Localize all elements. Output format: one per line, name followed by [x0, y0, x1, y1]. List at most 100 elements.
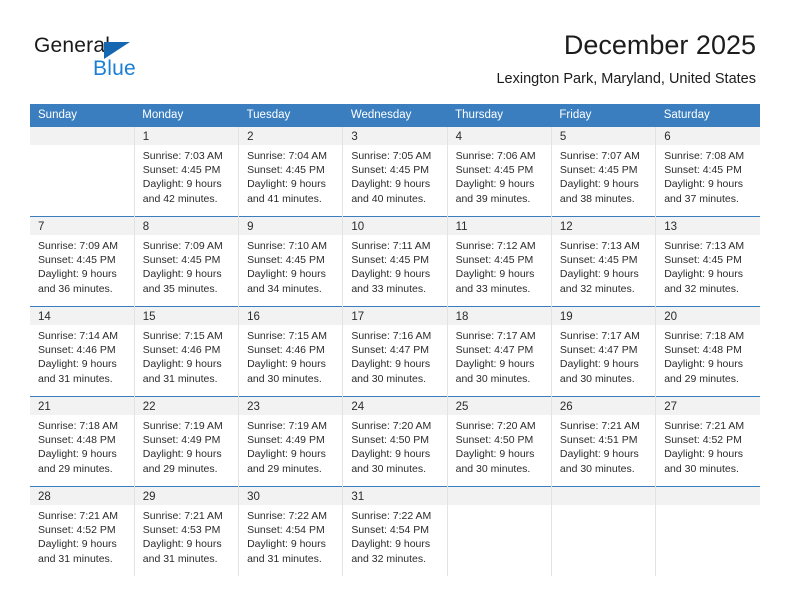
day-number: 2 — [239, 127, 343, 145]
daylight-duration-line2: and 38 minutes. — [559, 192, 635, 205]
calendar-day-cell[interactable]: 15 Sunrise: 7:15 AM Sunset: 4:46 PM Dayligh… — [133, 306, 239, 397]
page-title: December 2025 — [563, 30, 756, 60]
day-number: 8 — [134, 217, 239, 235]
daylight-duration-line2: and 32 minutes. — [664, 282, 739, 295]
calendar-day-cell[interactable]: 10 Sunrise: 7:11 AM Sunset: 4:45 PM Dayligh… — [342, 216, 448, 307]
day-cell-content: 10 Sunrise: 7:11 AM Sunset: 4:45 PM Dayligh… — [343, 217, 447, 306]
weekday-header-saturday: Saturday — [655, 104, 760, 127]
weekday-header-row: Sunday Monday Tuesday Wednesday Thursday… — [30, 104, 760, 127]
sunrise-time: Sunrise: 7:05 AM — [351, 150, 432, 162]
calendar-day-cell[interactable]: 31 Sunrise: 7:22 AM Sunset: 4:54 PM Dayligh… — [342, 486, 448, 576]
calendar-day-cell[interactable]: 2 Sunrise: 7:04 AM Sunset: 4:45 PM Daylight… — [238, 126, 343, 217]
calendar-day-cell[interactable]: 27 Sunrise: 7:21 AM Sunset: 4:52 PM Dayligh… — [655, 396, 760, 487]
day-cell-content — [551, 487, 656, 576]
day-cell-content: 8 Sunrise: 7:09 AM Sunset: 4:45 PM Daylight… — [134, 217, 239, 306]
calendar-day-cell[interactable]: 17 Sunrise: 7:16 AM Sunset: 4:47 PM Dayligh… — [342, 306, 448, 397]
sunrise-time: Sunrise: 7:12 AM — [455, 240, 536, 252]
day-sun-info: Sunrise: 7:06 AM Sunset: 4:45 PM Daylight:… — [448, 145, 551, 206]
general-blue-logo[interactable]: General Blue — [34, 34, 234, 86]
day-cell-content: 4 Sunrise: 7:06 AM Sunset: 4:45 PM Daylight… — [447, 127, 551, 216]
calendar-day-cell[interactable]: 30 Sunrise: 7:22 AM Sunset: 4:54 PM Dayligh… — [238, 486, 343, 576]
daylight-duration-line1: Daylight: 9 hours — [247, 448, 326, 461]
calendar-week-row: 21 Sunrise: 7:18 AM Sunset: 4:48 PM Dayligh… — [30, 396, 760, 487]
calendar-day-cell[interactable]: 9 Sunrise: 7:10 AM Sunset: 4:45 PM Daylight… — [238, 216, 343, 307]
calendar-day-cell[interactable]: 26 Sunrise: 7:21 AM Sunset: 4:51 PM Dayligh… — [550, 396, 656, 487]
calendar-day-cell[interactable]: 18 Sunrise: 7:17 AM Sunset: 4:47 PM Dayligh… — [446, 306, 552, 397]
calendar-day-cell-empty — [30, 126, 135, 217]
calendar-day-cell[interactable]: 24 Sunrise: 7:20 AM Sunset: 4:50 PM Dayligh… — [342, 396, 448, 487]
calendar-day-cell[interactable]: 4 Sunrise: 7:06 AM Sunset: 4:45 PM Daylight… — [446, 126, 552, 217]
day-sun-info: Sunrise: 7:20 AM Sunset: 4:50 PM Daylight:… — [343, 415, 446, 476]
day-number: 17 — [343, 307, 447, 325]
calendar-day-cell[interactable]: 20 Sunrise: 7:18 AM Sunset: 4:48 PM Dayligh… — [655, 306, 760, 397]
daylight-duration-line1: Daylight: 9 hours — [142, 448, 222, 461]
calendar-day-cell[interactable]: 23 Sunrise: 7:19 AM Sunset: 4:49 PM Dayligh… — [238, 396, 343, 487]
daylight-duration-line2: and 41 minutes. — [247, 192, 322, 205]
daylight-duration-line2: and 31 minutes. — [38, 552, 113, 565]
sunset-time: Sunset: 4:49 PM — [142, 434, 221, 447]
daylight-duration-line2: and 30 minutes. — [351, 372, 427, 385]
logo-text-blue: Blue — [93, 57, 136, 80]
calendar-day-cell[interactable]: 14 Sunrise: 7:14 AM Sunset: 4:46 PM Dayligh… — [30, 306, 135, 397]
sunrise-time: Sunrise: 7:10 AM — [247, 240, 328, 252]
daylight-duration-line1: Daylight: 9 hours — [247, 268, 326, 281]
calendar-day-cell[interactable]: 12 Sunrise: 7:13 AM Sunset: 4:45 PM Dayligh… — [550, 216, 656, 307]
day-sun-info: Sunrise: 7:17 AM Sunset: 4:47 PM Daylight:… — [552, 325, 655, 386]
day-sun-info: Sunrise: 7:13 AM Sunset: 4:45 PM Daylight:… — [656, 235, 760, 296]
calendar-day-cell[interactable]: 21 Sunrise: 7:18 AM Sunset: 4:48 PM Dayligh… — [30, 396, 135, 487]
calendar-day-cell[interactable]: 16 Sunrise: 7:15 AM Sunset: 4:46 PM Dayligh… — [238, 306, 343, 397]
daylight-duration-line1: Daylight: 9 hours — [559, 448, 639, 461]
sunset-time: Sunset: 4:54 PM — [351, 524, 429, 537]
day-sun-info: Sunrise: 7:04 AM Sunset: 4:45 PM Daylight:… — [239, 145, 342, 206]
day-sun-info: Sunrise: 7:15 AM Sunset: 4:46 PM Daylight:… — [135, 325, 238, 386]
calendar-day-cell[interactable]: 6 Sunrise: 7:08 AM Sunset: 4:45 PM Daylight… — [655, 126, 760, 217]
day-sun-info: Sunrise: 7:08 AM Sunset: 4:45 PM Daylight:… — [656, 145, 760, 206]
calendar-day-cell[interactable]: 8 Sunrise: 7:09 AM Sunset: 4:45 PM Daylight… — [133, 216, 239, 307]
daylight-duration-line2: and 35 minutes. — [142, 282, 218, 295]
day-cell-content: 23 Sunrise: 7:19 AM Sunset: 4:49 PM Dayligh… — [239, 397, 343, 486]
sunset-time: Sunset: 4:45 PM — [455, 164, 534, 177]
sunset-time: Sunset: 4:50 PM — [455, 434, 534, 447]
day-sun-info: Sunrise: 7:09 AM Sunset: 4:45 PM Daylight:… — [135, 235, 238, 296]
calendar-day-cell[interactable]: 1 Sunrise: 7:03 AM Sunset: 4:45 PM Daylight… — [133, 126, 239, 217]
sunset-time: Sunset: 4:45 PM — [559, 164, 638, 177]
daylight-duration-line1: Daylight: 9 hours — [142, 268, 222, 281]
calendar-day-cell[interactable]: 3 Sunrise: 7:05 AM Sunset: 4:45 PM Daylight… — [342, 126, 448, 217]
day-sun-info: Sunrise: 7:13 AM Sunset: 4:45 PM Daylight:… — [552, 235, 655, 296]
day-number: 22 — [134, 397, 239, 415]
calendar-day-cell[interactable]: 5 Sunrise: 7:07 AM Sunset: 4:45 PM Daylight… — [550, 126, 656, 217]
day-cell-content — [30, 127, 134, 216]
day-number: 24 — [343, 397, 447, 415]
daylight-duration-line2: and 30 minutes. — [455, 372, 531, 385]
day-cell-content: 6 Sunrise: 7:08 AM Sunset: 4:45 PM Daylight… — [656, 127, 760, 216]
daylight-duration-line2: and 31 minutes. — [142, 552, 218, 565]
daylight-duration-line2: and 29 minutes. — [38, 462, 113, 475]
calendar-day-cell[interactable]: 25 Sunrise: 7:20 AM Sunset: 4:50 PM Dayligh… — [446, 396, 552, 487]
calendar-day-cell[interactable]: 19 Sunrise: 7:17 AM Sunset: 4:47 PM Dayligh… — [550, 306, 656, 397]
calendar-day-cell[interactable]: 29 Sunrise: 7:21 AM Sunset: 4:53 PM Dayligh… — [133, 486, 239, 576]
calendar-day-cell[interactable]: 13 Sunrise: 7:13 AM Sunset: 4:45 PM Dayligh… — [655, 216, 760, 307]
day-cell-content: 24 Sunrise: 7:20 AM Sunset: 4:50 PM Dayligh… — [343, 397, 447, 486]
daylight-duration-line1: Daylight: 9 hours — [351, 268, 431, 281]
calendar-week-row: 28 Sunrise: 7:21 AM Sunset: 4:52 PM Dayligh… — [30, 486, 760, 576]
daylight-duration-line1: Daylight: 9 hours — [142, 178, 222, 191]
day-sun-info: Sunrise: 7:03 AM Sunset: 4:45 PM Daylight:… — [135, 145, 238, 206]
daylight-duration-line2: and 32 minutes. — [559, 282, 635, 295]
calendar-day-cell[interactable]: 28 Sunrise: 7:21 AM Sunset: 4:52 PM Dayligh… — [30, 486, 135, 576]
calendar-day-cell[interactable]: 7 Sunrise: 7:09 AM Sunset: 4:45 PM Daylight… — [30, 216, 135, 307]
calendar-body: 1 Sunrise: 7:03 AM Sunset: 4:45 PM Daylight… — [30, 126, 760, 576]
day-sun-info: Sunrise: 7:15 AM Sunset: 4:46 PM Daylight:… — [239, 325, 342, 386]
sunset-time: Sunset: 4:45 PM — [247, 254, 325, 267]
day-cell-content: 1 Sunrise: 7:03 AM Sunset: 4:45 PM Daylight… — [134, 127, 239, 216]
daylight-duration-line2: and 30 minutes. — [247, 372, 322, 385]
sunset-time: Sunset: 4:54 PM — [247, 524, 325, 537]
day-cell-content: 5 Sunrise: 7:07 AM Sunset: 4:45 PM Daylight… — [551, 127, 656, 216]
day-number: 20 — [656, 307, 760, 325]
sunrise-time: Sunrise: 7:20 AM — [351, 420, 432, 432]
day-sun-info: Sunrise: 7:19 AM Sunset: 4:49 PM Daylight:… — [135, 415, 238, 476]
sunset-time: Sunset: 4:47 PM — [455, 344, 534, 357]
calendar-day-cell[interactable]: 11 Sunrise: 7:12 AM Sunset: 4:45 PM Dayligh… — [446, 216, 552, 307]
calendar-day-cell[interactable]: 22 Sunrise: 7:19 AM Sunset: 4:49 PM Dayligh… — [133, 396, 239, 487]
sunrise-time: Sunrise: 7:20 AM — [455, 420, 536, 432]
sunrise-time: Sunrise: 7:15 AM — [142, 330, 223, 342]
